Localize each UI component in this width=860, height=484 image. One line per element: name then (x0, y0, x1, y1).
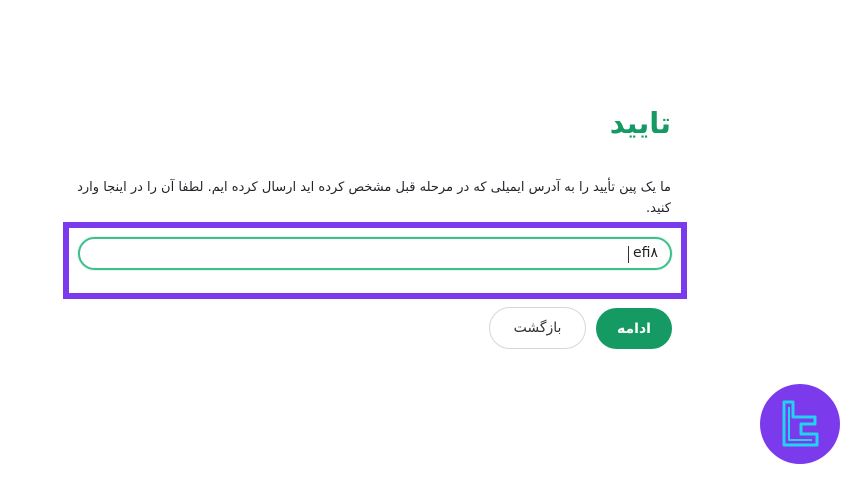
pin-input[interactable]: efi۸ (78, 237, 672, 270)
tradingfinder-logo-icon (782, 400, 819, 447)
pin-input-value: efi۸ (633, 245, 658, 261)
brand-logo-icon (760, 384, 840, 464)
verification-instructions: ما یک پین تأیید را به آدرس ایمیلی که در … (77, 180, 671, 216)
page-title: تایید (609, 106, 671, 140)
back-button[interactable]: بازگشت (489, 307, 586, 349)
verification-page: تایید ما یک پین تأیید را به آدرس ایمیلی … (0, 0, 860, 484)
continue-button[interactable]: ادامه (596, 308, 672, 349)
text-caret (628, 246, 629, 263)
